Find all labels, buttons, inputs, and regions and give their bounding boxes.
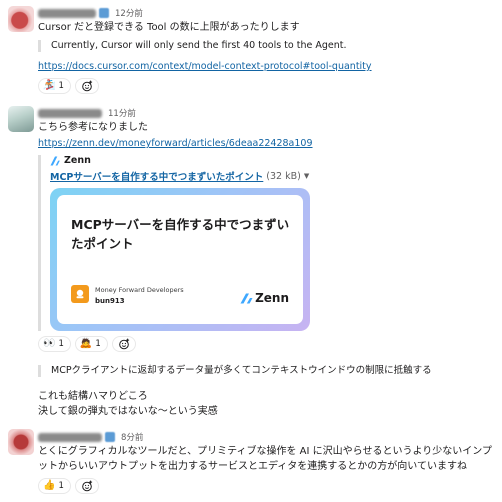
unfurl-site: Zenn bbox=[50, 155, 350, 166]
message-text: こちら参考になりました bbox=[38, 122, 148, 133]
preview-author: bun913 bbox=[95, 297, 125, 305]
chevron-down-icon[interactable]: ▼ bbox=[304, 172, 309, 180]
preview-image[interactable]: MCPサーバーを自作する中でつまずいたポイント Money Forward De… bbox=[50, 188, 310, 331]
reaction-pill[interactable]: 🏂 1 bbox=[38, 78, 71, 94]
reaction-pill[interactable]: 👀 1 bbox=[38, 336, 71, 352]
profile-badge-icon bbox=[99, 8, 109, 18]
reaction-bar: 🏂 1 bbox=[38, 78, 99, 94]
preview-card: MCPサーバーを自作する中でつまずいたポイント Money Forward De… bbox=[57, 195, 303, 324]
zenn-logo-icon bbox=[50, 156, 60, 165]
add-emoji-icon bbox=[82, 80, 92, 92]
message-link[interactable]: https://zenn.dev/moneyforward/articles/6… bbox=[38, 138, 313, 149]
message-header: name 12分前 bbox=[38, 7, 143, 19]
reaction-count: 1 bbox=[58, 339, 64, 349]
eyes-icon: 👀 bbox=[43, 338, 56, 349]
avatar[interactable] bbox=[8, 429, 34, 455]
link-unfurl: Zenn MCPサーバーを自作する中でつまずいたポイント (32 kB) ▼ M… bbox=[38, 155, 350, 331]
preview-brand: Zenn bbox=[240, 291, 289, 305]
unfurl-size: (32 kB) bbox=[266, 170, 301, 182]
avatar[interactable] bbox=[8, 6, 34, 32]
message-text: 決して銀の弾丸ではないな〜という実感 bbox=[38, 406, 218, 417]
reaction-count: 1 bbox=[95, 339, 101, 349]
message-text: Cursor だと登録できる Tool の数に上限があったりします bbox=[38, 22, 300, 33]
avatar[interactable] bbox=[8, 106, 34, 132]
thumbs-up-icon: 👍 bbox=[43, 480, 56, 491]
add-reaction-button[interactable] bbox=[111, 336, 136, 352]
preview-publisher: Money Forward Developers bbox=[95, 286, 184, 294]
reaction-icon: 🏂 bbox=[43, 80, 56, 91]
zenn-logo-icon bbox=[240, 293, 253, 303]
blockquote: Currently, Cursor will only send the fir… bbox=[38, 40, 346, 52]
timestamp[interactable]: 11分前 bbox=[108, 107, 136, 119]
message-text: ットからいいアウトプットを出力するサービスとエディタを連携するとかの方が向いてい… bbox=[38, 461, 467, 472]
unfurl-title-link[interactable]: MCPサーバーを自作する中でつまずいたポイント bbox=[50, 169, 263, 183]
add-reaction-button[interactable] bbox=[74, 478, 99, 494]
message-header: name 8分前 bbox=[38, 431, 143, 443]
unfurl-title-row: MCPサーバーを自作する中でつまずいたポイント (32 kB) ▼ bbox=[50, 169, 350, 184]
reaction-pill[interactable]: 🙇 1 bbox=[74, 336, 108, 352]
reaction-pill[interactable]: 👍 1 bbox=[38, 478, 71, 494]
reaction-count: 1 bbox=[58, 81, 64, 91]
publisher-logo-icon bbox=[71, 285, 89, 303]
timestamp[interactable]: 8分前 bbox=[121, 431, 143, 443]
author-name-blurred[interactable]: name bbox=[38, 8, 96, 18]
blockquote: MCPクライアントに返却するデータ量が多くてコンテキストウインドウの制限に抵触す… bbox=[38, 365, 432, 377]
timestamp[interactable]: 12分前 bbox=[115, 7, 143, 19]
unfurl-site-name: Zenn bbox=[64, 155, 91, 166]
message-link[interactable]: https://docs.cursor.com/context/model-co… bbox=[38, 61, 372, 72]
message-text: これも結構ハマりどころ bbox=[38, 391, 148, 402]
preview-brand-name: Zenn bbox=[255, 291, 289, 305]
message-header: name 11分前 bbox=[38, 107, 136, 119]
author-name-blurred[interactable]: name bbox=[38, 108, 102, 118]
add-reaction-button[interactable] bbox=[74, 78, 99, 94]
reaction-bar: 👀 1 🙇 1 bbox=[38, 336, 136, 352]
message-text: とくにグラフィカルなツールだと、プリミティブな操作を AI に沢山やらせるという… bbox=[38, 446, 492, 457]
reaction-bar: 👍 1 bbox=[38, 478, 99, 494]
add-emoji-icon bbox=[82, 480, 92, 492]
preview-card-title: MCPサーバーを自作する中でつまずいたポイント bbox=[71, 217, 290, 251]
add-emoji-icon bbox=[118, 338, 129, 350]
bow-icon: 🙇 bbox=[79, 338, 93, 349]
reaction-count: 1 bbox=[58, 481, 64, 491]
profile-badge-icon bbox=[105, 432, 115, 442]
author-name-blurred[interactable]: name bbox=[38, 432, 102, 442]
